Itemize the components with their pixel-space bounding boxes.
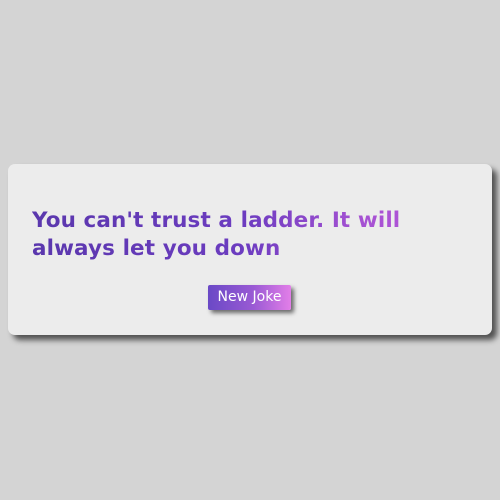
joke-card: You can't trust a ladder. It will always… <box>8 164 492 335</box>
new-joke-button[interactable]: New Joke <box>208 285 291 310</box>
joke-text: You can't trust a ladder. It will always… <box>32 207 472 263</box>
